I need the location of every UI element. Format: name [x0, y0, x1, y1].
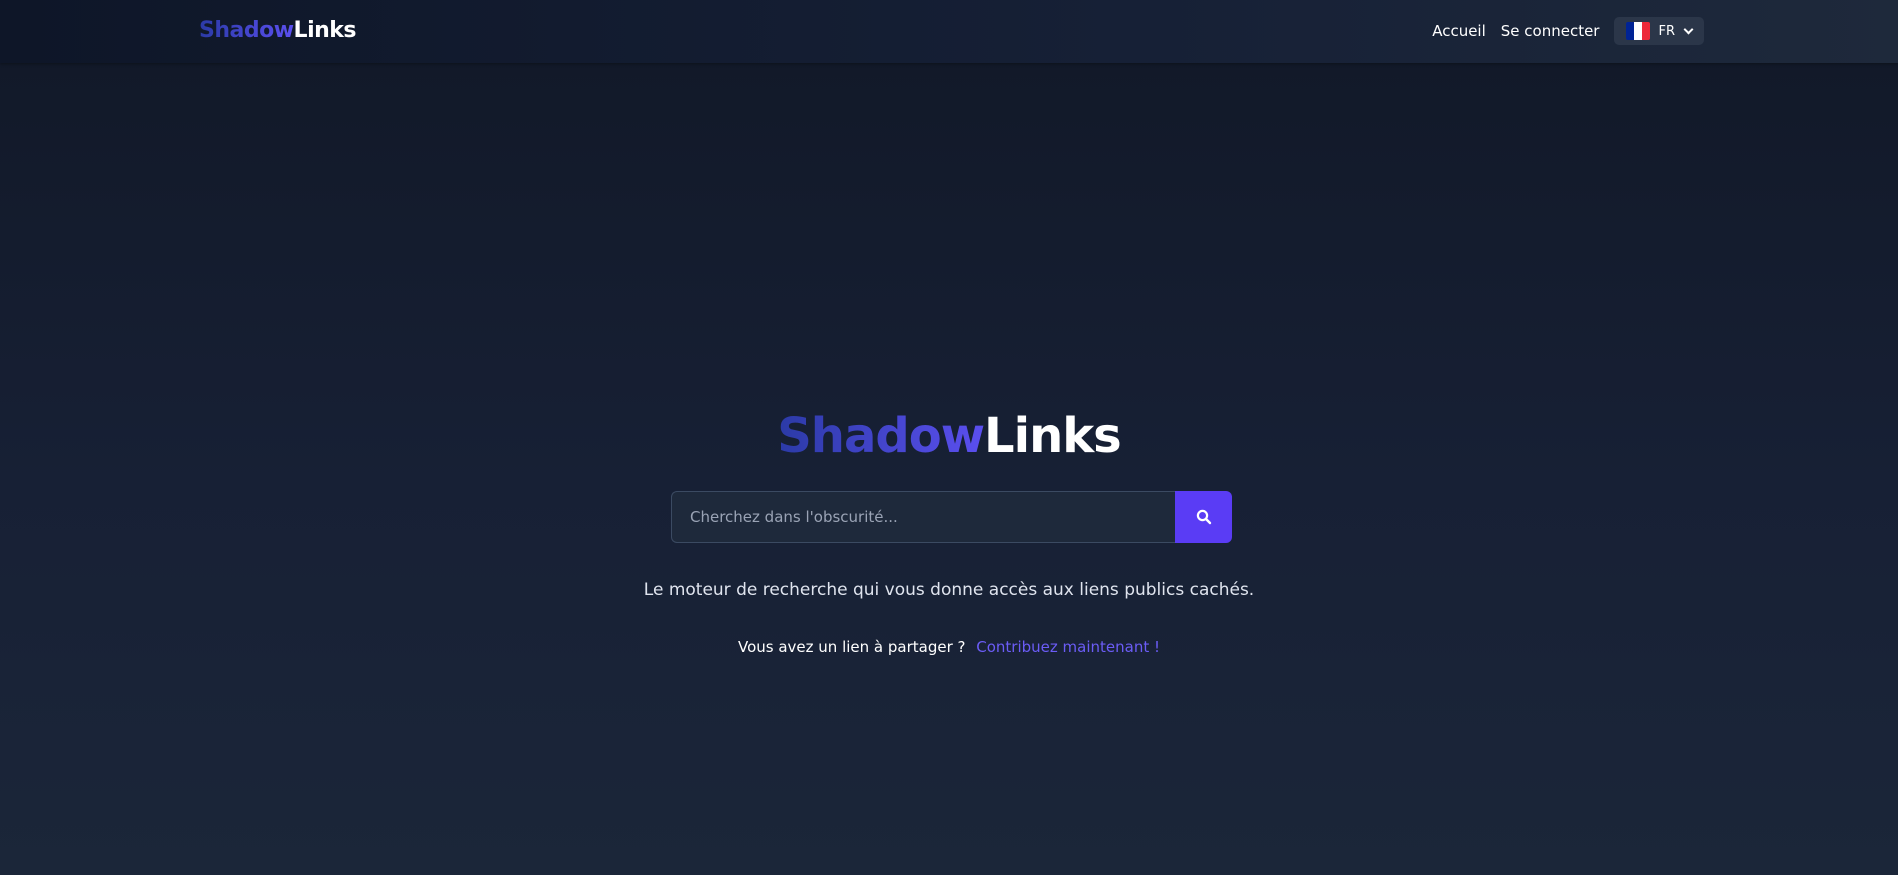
language-code: FR [1658, 23, 1675, 39]
contribute-link[interactable]: Contribuez maintenant ! [976, 638, 1160, 656]
france-flag-icon [1626, 22, 1651, 40]
search-button[interactable] [1175, 491, 1232, 543]
contribute-prompt: Vous avez un lien à partager ? [738, 638, 966, 656]
hero-title-shadow: Shadow [777, 408, 985, 464]
nav-link-login[interactable]: Se connecter [1501, 17, 1600, 45]
contribute-line: Vous avez un lien à partager ? Contribue… [0, 636, 1898, 658]
flag-stripe-white [1634, 22, 1643, 40]
search-input[interactable] [671, 491, 1175, 543]
language-selector[interactable]: FR [1614, 17, 1704, 45]
flag-stripe-red [1642, 22, 1651, 40]
nav-link-home[interactable]: Accueil [1432, 17, 1486, 45]
top-navbar: ShadowLinks Accueil Se connecter FR [0, 0, 1898, 63]
brand-logo-links: Links [293, 18, 357, 43]
brand-logo-link[interactable]: ShadowLinks [199, 18, 357, 43]
search-icon [1196, 509, 1211, 525]
chevron-down-icon [1683, 24, 1694, 34]
search-bar [671, 491, 1232, 543]
brand-logo-shadow: Shadow [199, 18, 294, 43]
hero-title-links: Links [984, 408, 1122, 464]
tagline: Le moteur de recherche qui vous donne ac… [643, 580, 1255, 600]
hero-title: ShadowLinks [0, 406, 1898, 466]
main-nav: Accueil Se connecter FR [1432, 17, 1704, 45]
flag-stripe-blue [1626, 22, 1635, 40]
